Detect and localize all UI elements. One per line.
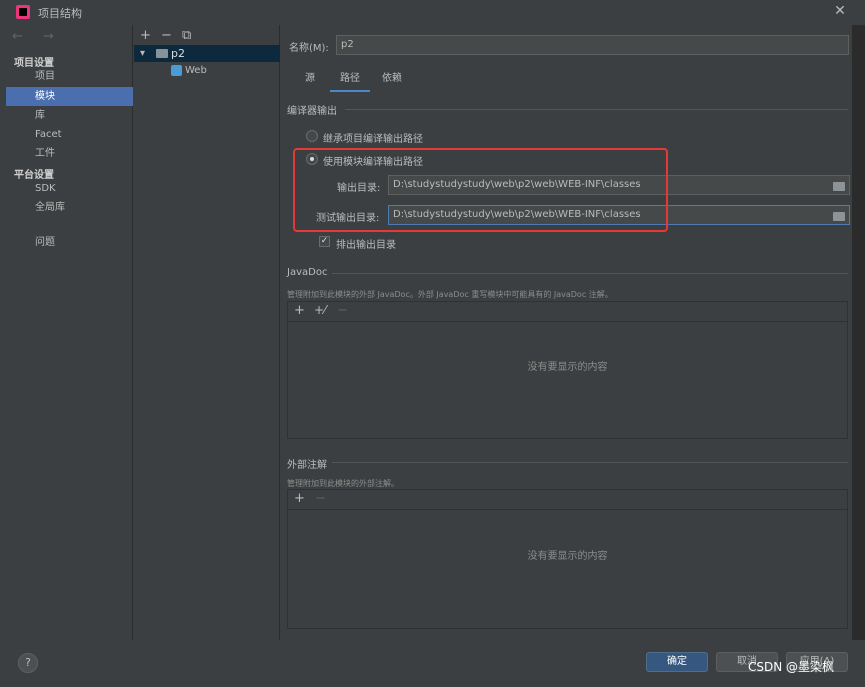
external-annotations-list[interactable]: + − 没有要显示的内容: [287, 489, 848, 629]
external-annotations-empty-text: 没有要显示的内容: [527, 551, 608, 562]
dialog-footer: ? 确定 取消 应用(A) CSDN @墨染枫: [0, 640, 865, 687]
highlight-annotation: [293, 148, 668, 232]
sidebar-item-facets[interactable]: Facet: [6, 125, 133, 144]
close-button[interactable]: ✕: [832, 3, 848, 19]
external-annotations-title: 外部注解: [287, 460, 327, 471]
external-annotations-description: 管理附加到此模块的外部注解。: [287, 479, 399, 488]
browse-test-folder-icon[interactable]: [833, 212, 845, 221]
sidebar-item-sdk[interactable]: SDK: [6, 179, 133, 198]
window-title: 项目结构: [38, 7, 82, 20]
tab-sources[interactable]: 源: [300, 72, 320, 92]
javadoc-empty-text: 没有要显示的内容: [527, 362, 608, 373]
watermark: CSDN @墨染枫: [748, 660, 835, 674]
javadoc-list[interactable]: + +⁄ − 没有要显示的内容: [287, 301, 848, 439]
compiler-output-title: 编译器输出: [287, 106, 337, 117]
copy-icon[interactable]: ⧉: [182, 28, 191, 43]
section-divider: [332, 273, 848, 274]
module-name: p2: [171, 47, 185, 60]
tree-node-web[interactable]: Web: [134, 62, 280, 79]
sidebar-item-global-libraries[interactable]: 全局库: [6, 198, 133, 217]
javadoc-toolbar: + +⁄ −: [288, 302, 847, 322]
add-url-icon[interactable]: +⁄: [314, 303, 326, 317]
external-annotations-toolbar: + −: [288, 490, 847, 510]
ok-button[interactable]: 确定: [646, 652, 708, 672]
module-tree-panel: + − ⧉ ▾ p2 Web: [134, 25, 280, 640]
web-facet-icon: [171, 65, 182, 76]
remove-icon[interactable]: −: [161, 28, 172, 43]
tab-dependencies[interactable]: 依赖: [378, 72, 406, 92]
help-button[interactable]: ?: [18, 653, 38, 673]
module-settings-panel: 名称(M): p2 源 路径 依赖 编译器输出 继承项目编译输出路径 使用模块编…: [280, 25, 852, 640]
inherit-output-radio[interactable]: [306, 130, 318, 142]
browse-folder-icon[interactable]: [833, 182, 845, 191]
background-window-edge: [852, 25, 865, 640]
sidebar-item-libraries[interactable]: 库: [6, 106, 133, 125]
section-divider: [345, 109, 848, 110]
javadoc-title: JavaDoc: [287, 267, 328, 278]
remove-icon[interactable]: −: [337, 303, 348, 318]
tab-paths[interactable]: 路径: [330, 72, 370, 92]
settings-sidebar: ← → 项目设置 项目 模块 库 Facet 工件 平台设置 SDK 全局库 问…: [0, 25, 133, 640]
inherit-output-label: 继承项目编译输出路径: [323, 134, 423, 145]
title-bar: 项目结构 ✕: [0, 0, 865, 25]
add-icon[interactable]: +: [140, 28, 151, 43]
tree-node-p2[interactable]: ▾ p2: [134, 45, 280, 62]
exclude-output-label: 排出输出目录: [336, 240, 396, 251]
back-forward-icons[interactable]: ← →: [12, 29, 62, 44]
sidebar-item-project[interactable]: 项目: [6, 67, 133, 86]
module-name-field[interactable]: p2: [336, 35, 849, 55]
sidebar-item-problems[interactable]: 问题: [6, 233, 133, 252]
sidebar-item-artifacts[interactable]: 工件: [6, 144, 133, 163]
add-icon[interactable]: +: [294, 303, 305, 318]
sidebar-item-modules[interactable]: 模块: [6, 87, 133, 106]
remove-icon[interactable]: −: [315, 491, 326, 506]
section-divider: [332, 462, 848, 463]
module-folder-icon: [156, 49, 168, 58]
app-icon: [16, 5, 30, 19]
facet-name: Web: [185, 65, 207, 76]
name-label: 名称(M):: [289, 43, 329, 54]
exclude-output-checkbox[interactable]: ✓: [319, 236, 330, 247]
add-icon[interactable]: +: [294, 491, 305, 506]
expand-arrow-icon[interactable]: ▾: [140, 45, 145, 62]
javadoc-description: 管理附加到此模块的外部 JavaDoc。外部 JavaDoc 重写模块中可能具有…: [287, 290, 613, 299]
